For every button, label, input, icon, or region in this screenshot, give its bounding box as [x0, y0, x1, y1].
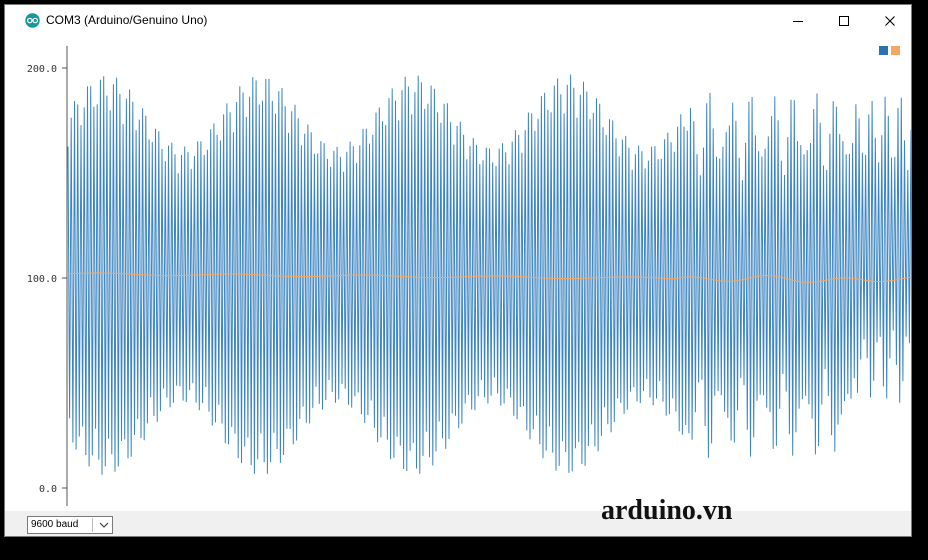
arduino-logo-icon: [25, 13, 40, 28]
watermark-text: arduino.vn: [601, 495, 733, 526]
close-button[interactable]: [867, 5, 913, 36]
baud-rate-value: 9600 baud: [31, 519, 79, 530]
series-2-line: [67, 272, 911, 283]
maximize-icon: [839, 15, 849, 26]
plot-area: 200.0 100.0 0.0: [27, 46, 911, 506]
y-tick-label: 0.0: [39, 484, 57, 495]
window-title: COM3 (Arduino/Genuino Uno): [46, 13, 208, 27]
minimize-button[interactable]: [775, 5, 821, 36]
legend-swatch: [879, 46, 888, 55]
minimize-icon: [793, 20, 803, 22]
bottom-toolbar: 9600 baud: [5, 511, 911, 536]
maximize-button[interactable]: [821, 5, 867, 36]
title-bar[interactable]: COM3 (Arduino/Genuino Uno): [5, 5, 911, 36]
close-icon: [885, 15, 895, 26]
serial-plotter-window: COM3 (Arduino/Genuino Uno) 200.0 100.0 0.0…: [4, 4, 912, 537]
baud-rate-select[interactable]: 9600 baud: [27, 516, 113, 534]
select-divider: [92, 518, 93, 532]
chevron-down-icon: [99, 522, 109, 528]
y-tick-label: 100.0: [27, 274, 57, 285]
y-tick-label: 200.0: [27, 64, 57, 75]
legend-swatch: [891, 46, 900, 55]
